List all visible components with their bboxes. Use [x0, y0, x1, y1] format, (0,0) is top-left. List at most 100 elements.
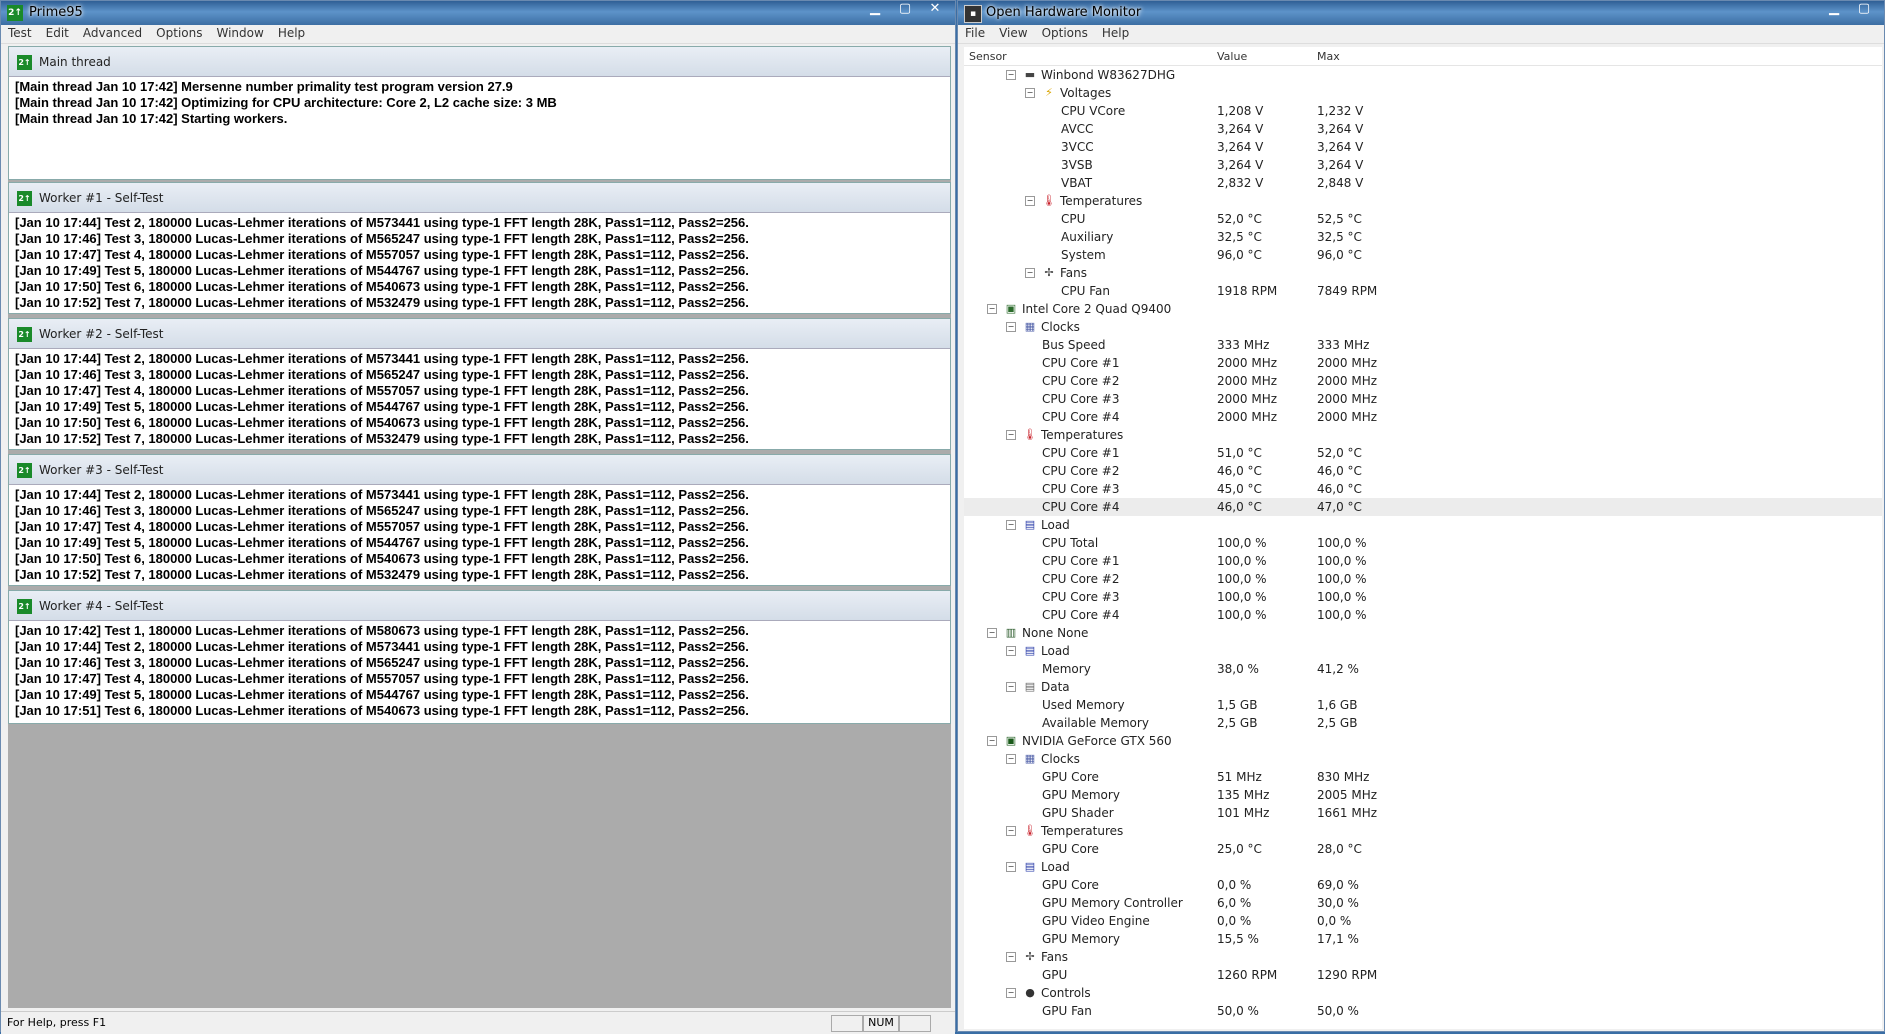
group-node[interactable]: − ▤ Load [964, 858, 1882, 876]
collapse-icon[interactable]: − [1006, 862, 1016, 872]
maximize-icon[interactable]: ▢ [891, 1, 919, 19]
sensor-row[interactable]: GPU 1260 RPM 1290 RPM [964, 966, 1882, 984]
sensor-row[interactable]: Auxiliary 32,5 °C 32,5 °C [964, 228, 1882, 246]
child-titlebar[interactable]: 2↑ Worker #3 - Self-Test [9, 455, 950, 485]
log-text[interactable]: [Jan 10 17:44] Test 2, 180000 Lucas-Lehm… [9, 349, 950, 449]
collapse-icon[interactable]: − [1025, 196, 1035, 206]
sensor-row[interactable]: CPU Core #1 100,0 % 100,0 % [964, 552, 1882, 570]
sensor-row[interactable]: GPU Memory Controller 6,0 % 30,0 % [964, 894, 1882, 912]
sensor-row[interactable]: CPU Core #3 45,0 °C 46,0 °C [964, 480, 1882, 498]
minimize-icon[interactable]: ▁ [1820, 1, 1848, 19]
menu-window[interactable]: Window [209, 25, 270, 43]
collapse-icon[interactable]: − [987, 736, 997, 746]
ohm-titlebar[interactable]: ▪ Open Hardware Monitor ▁ ▢ [958, 1, 1884, 25]
sensor-row[interactable]: CPU Core #4 2000 MHz 2000 MHz [964, 408, 1882, 426]
collapse-icon[interactable]: − [1006, 682, 1016, 692]
sensor-row[interactable]: GPU Memory 135 MHz 2005 MHz [964, 786, 1882, 804]
sensor-row[interactable]: CPU Core #2 2000 MHz 2000 MHz [964, 372, 1882, 390]
group-node[interactable]: − ▦ Clocks [964, 750, 1882, 768]
sensor-row[interactable]: System 96,0 °C 96,0 °C [964, 246, 1882, 264]
sensor-row[interactable]: CPU Core #2 46,0 °C 46,0 °C [964, 462, 1882, 480]
menu-edit[interactable]: Edit [39, 25, 76, 43]
sensor-row[interactable]: CPU Core #4 46,0 °C 47,0 °C [964, 498, 1882, 516]
sensor-row[interactable]: Used Memory 1,5 GB 1,6 GB [964, 696, 1882, 714]
menu-help[interactable]: Help [1095, 25, 1136, 43]
worker-1-window[interactable]: 2↑ Worker #1 - Self-Test [Jan 10 17:44] … [8, 182, 951, 314]
log-text[interactable]: [Jan 10 17:44] Test 2, 180000 Lucas-Lehm… [9, 213, 950, 313]
worker-4-window[interactable]: 2↑ Worker #4 - Self-Test [Jan 10 17:42] … [8, 590, 951, 724]
sensor-row[interactable]: VBAT 2,832 V 2,848 V [964, 174, 1882, 192]
prime95-titlebar[interactable]: 2↑ Prime95 ▁ ▢ ✕ [1, 1, 955, 25]
sensor-row[interactable]: CPU Core #1 51,0 °C 52,0 °C [964, 444, 1882, 462]
group-node[interactable]: − ● Controls [964, 984, 1882, 1002]
sensor-row[interactable]: 3VCC 3,264 V 3,264 V [964, 138, 1882, 156]
group-node[interactable]: − 🌡 Temperatures [964, 192, 1882, 210]
sensor-row[interactable]: GPU Video Engine 0,0 % 0,0 % [964, 912, 1882, 930]
main-thread-window[interactable]: 2↑ Main thread [Main thread Jan 10 17:42… [8, 46, 951, 180]
group-node[interactable]: − ✢ Fans [964, 264, 1882, 282]
maximize-icon[interactable]: ▢ [1850, 1, 1878, 19]
child-titlebar[interactable]: 2↑ Worker #2 - Self-Test [9, 319, 950, 349]
column-value[interactable]: Value [1217, 50, 1247, 63]
collapse-icon[interactable]: − [1025, 268, 1035, 278]
group-node[interactable]: − ▦ Clocks [964, 318, 1882, 336]
sensor-row[interactable]: CPU Core #3 2000 MHz 2000 MHz [964, 390, 1882, 408]
menu-advanced[interactable]: Advanced [76, 25, 149, 43]
sensor-row[interactable]: Bus Speed 333 MHz 333 MHz [964, 336, 1882, 354]
menu-test[interactable]: Test [1, 25, 39, 43]
sensor-row[interactable]: AVCC 3,264 V 3,264 V [964, 120, 1882, 138]
sensor-row[interactable]: CPU Core #2 100,0 % 100,0 % [964, 570, 1882, 588]
collapse-icon[interactable]: − [1006, 520, 1016, 530]
group-node[interactable]: − ▤ Data [964, 678, 1882, 696]
sensor-row[interactable]: GPU Memory 15,5 % 17,1 % [964, 930, 1882, 948]
child-titlebar[interactable]: 2↑ Main thread [9, 47, 950, 77]
log-text[interactable]: [Jan 10 17:42] Test 1, 180000 Lucas-Lehm… [9, 621, 950, 721]
sensor-row[interactable]: CPU Total 100,0 % 100,0 % [964, 534, 1882, 552]
menu-options[interactable]: Options [149, 25, 209, 43]
sensor-row[interactable]: CPU Fan 1918 RPM 7849 RPM [964, 282, 1882, 300]
sensor-row[interactable]: GPU Fan 50,0 % 50,0 % [964, 1002, 1882, 1020]
hardware-node[interactable]: − ▥ None None [964, 624, 1882, 642]
collapse-icon[interactable]: − [987, 304, 997, 314]
minimize-icon[interactable]: ▁ [861, 1, 889, 19]
hardware-node[interactable]: − ▣ NVIDIA GeForce GTX 560 [964, 732, 1882, 750]
collapse-icon[interactable]: − [1006, 952, 1016, 962]
group-node[interactable]: − ⚡ Voltages [964, 84, 1882, 102]
hardware-node[interactable]: − ▬ Winbond W83627DHG [964, 66, 1882, 84]
collapse-icon[interactable]: − [1006, 430, 1016, 440]
group-node[interactable]: − 🌡 Temperatures [964, 426, 1882, 444]
menu-file[interactable]: File [958, 25, 992, 43]
group-node[interactable]: − 🌡 Temperatures [964, 822, 1882, 840]
collapse-icon[interactable]: − [1006, 754, 1016, 764]
sensor-row[interactable]: CPU Core #4 100,0 % 100,0 % [964, 606, 1882, 624]
collapse-icon[interactable]: − [1006, 988, 1016, 998]
sensor-row[interactable]: GPU Core 25,0 °C 28,0 °C [964, 840, 1882, 858]
sensor-row[interactable]: GPU Core 51 MHz 830 MHz [964, 768, 1882, 786]
sensor-row[interactable]: GPU Core 0,0 % 69,0 % [964, 876, 1882, 894]
column-sensor[interactable]: Sensor [969, 50, 1007, 63]
sensor-row[interactable]: Memory 38,0 % 41,2 % [964, 660, 1882, 678]
sensor-row[interactable]: CPU 52,0 °C 52,5 °C [964, 210, 1882, 228]
collapse-icon[interactable]: − [987, 628, 997, 638]
log-text[interactable]: [Jan 10 17:44] Test 2, 180000 Lucas-Lehm… [9, 485, 950, 585]
group-node[interactable]: − ▤ Load [964, 642, 1882, 660]
sensor-row[interactable]: GPU Shader 101 MHz 1661 MHz [964, 804, 1882, 822]
sensor-tree[interactable]: − ▬ Winbond W83627DHG − ⚡ Voltages CPU VCore 1,… [964, 66, 1882, 1029]
sensor-row[interactable]: CPU Core #1 2000 MHz 2000 MHz [964, 354, 1882, 372]
collapse-icon[interactable]: − [1006, 826, 1016, 836]
collapse-icon[interactable]: − [1006, 70, 1016, 80]
close-icon[interactable]: ✕ [921, 1, 949, 19]
sensor-row[interactable]: 3VSB 3,264 V 3,264 V [964, 156, 1882, 174]
collapse-icon[interactable]: − [1006, 322, 1016, 332]
hardware-node[interactable]: − ▣ Intel Core 2 Quad Q9400 [964, 300, 1882, 318]
group-node[interactable]: − ▤ Load [964, 516, 1882, 534]
menu-options[interactable]: Options [1035, 25, 1095, 43]
menu-help[interactable]: Help [271, 25, 312, 43]
worker-2-window[interactable]: 2↑ Worker #2 - Self-Test [Jan 10 17:44] … [8, 318, 951, 450]
child-titlebar[interactable]: 2↑ Worker #1 - Self-Test [9, 183, 950, 213]
child-titlebar[interactable]: 2↑ Worker #4 - Self-Test [9, 591, 950, 621]
column-max[interactable]: Max [1317, 50, 1340, 63]
menu-view[interactable]: View [992, 25, 1034, 43]
group-node[interactable]: − ✢ Fans [964, 948, 1882, 966]
worker-3-window[interactable]: 2↑ Worker #3 - Self-Test [Jan 10 17:44] … [8, 454, 951, 586]
